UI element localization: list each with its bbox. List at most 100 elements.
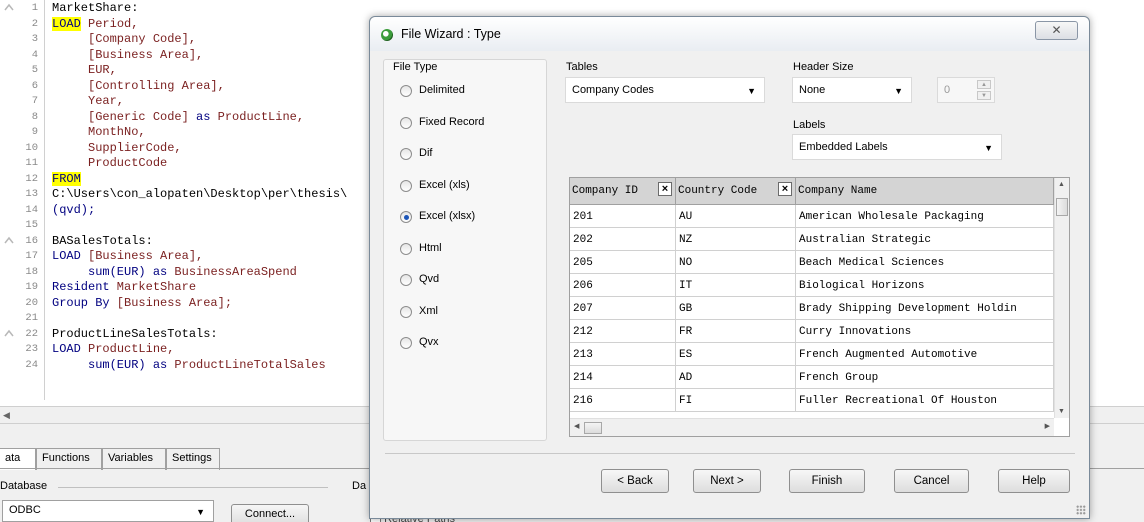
line-number: 12: [25, 172, 38, 185]
column-header-company-id[interactable]: Company ID ×: [570, 178, 676, 205]
line-number: 14: [25, 203, 38, 216]
scroll-up-icon[interactable]: ▲: [1058, 181, 1065, 188]
remove-column-icon[interactable]: ×: [658, 182, 672, 196]
table-row[interactable]: 205 NO Beach Medical Sciences: [570, 251, 1054, 274]
table-row[interactable]: 207 GB Brady Shipping Development Holdin: [570, 297, 1054, 320]
line-number: 7: [31, 95, 38, 107]
code-text: ProductLineSalesTotals:: [52, 327, 218, 343]
resize-grip-icon[interactable]: [1076, 505, 1086, 515]
table-cell: 201: [570, 205, 676, 228]
fold-marker-icon[interactable]: [3, 234, 15, 246]
table-cell: FR: [676, 320, 796, 343]
code-token: [Controlling Area],: [52, 78, 225, 93]
chevron-down-icon: ▼: [747, 86, 756, 96]
title-bar[interactable]: File Wizard : Type ✕: [370, 17, 1089, 51]
table-cell: Beach Medical Sciences: [796, 251, 1054, 274]
spinner-up-icon[interactable]: ▲: [977, 80, 991, 89]
table-row[interactable]: 213 ES French Augmented Automotive: [570, 343, 1054, 366]
line-number: 23: [25, 343, 38, 355]
code-token: [Business Area],: [80, 249, 204, 263]
code-token: Year,: [52, 94, 125, 108]
connect-button[interactable]: Connect...: [231, 504, 309, 522]
line-number: 16: [25, 234, 38, 247]
radio-label: Dif: [419, 147, 433, 159]
table-row[interactable]: 201 AU American Wholesale Packaging: [570, 205, 1054, 228]
table-cell: AU: [676, 205, 796, 228]
scroll-thumb[interactable]: [1056, 198, 1068, 216]
scroll-thumb[interactable]: [584, 422, 602, 434]
table-cell: American Wholesale Packaging: [796, 205, 1054, 228]
back-button[interactable]: < Back: [601, 469, 669, 493]
table-row[interactable]: 202 NZ Australian Strategic: [570, 228, 1054, 251]
code-token: LOAD: [52, 249, 81, 263]
chevron-down-icon: ▼: [984, 143, 993, 153]
column-header-label: Company ID: [572, 185, 639, 197]
radio-icon: [400, 116, 412, 129]
help-button[interactable]: Help: [998, 469, 1070, 493]
radio-label: Excel (xlsx): [419, 210, 476, 222]
line-number: 22: [25, 327, 38, 340]
database-select[interactable]: ODBC ▼: [2, 500, 214, 522]
column-header-label: Country Code: [678, 185, 758, 197]
finish-button[interactable]: Finish: [789, 469, 865, 493]
table-cell: 214: [570, 366, 676, 389]
data-preview-grid[interactable]: Company ID × Country Code × Company Name…: [569, 177, 1070, 437]
tab-variables[interactable]: Variables: [102, 448, 166, 470]
table-row[interactable]: 206 IT Biological Horizons: [570, 274, 1054, 297]
code-token: as: [152, 357, 168, 372]
table-row[interactable]: 216 FI Fuller Recreational Of Houston: [570, 389, 1054, 412]
next-button[interactable]: Next >: [693, 469, 761, 493]
table-cell: GB: [676, 297, 796, 320]
column-header-country-code[interactable]: Country Code ×: [676, 178, 796, 205]
scroll-down-icon[interactable]: ▼: [1058, 408, 1065, 415]
app-icon: [381, 29, 393, 41]
table-cell: French Augmented Automotive: [796, 343, 1054, 366]
radio-icon: [400, 305, 412, 318]
code-text: C:\Users\con_alopaten\Desktop\per\thesis…: [52, 187, 347, 203]
header-size-select[interactable]: None ▼: [792, 77, 912, 103]
table-cell: 213: [570, 343, 676, 366]
code-token: ProductLineSalesTotals:: [52, 326, 218, 341]
tab-data[interactable]: ata: [0, 448, 36, 470]
cancel-button[interactable]: Cancel: [894, 469, 969, 493]
fold-marker-icon[interactable]: [3, 1, 15, 13]
scroll-right-icon[interactable]: ▶: [1045, 422, 1050, 430]
table-cell: NZ: [676, 228, 796, 251]
radio-icon: [400, 211, 412, 223]
code-line[interactable]: 1 MarketShare:: [0, 1, 600, 17]
tables-select[interactable]: Company Codes ▼: [565, 77, 765, 103]
remove-column-icon[interactable]: ×: [778, 182, 792, 196]
spinner-down-icon[interactable]: ▼: [977, 91, 991, 100]
line-number: 13: [25, 188, 38, 200]
tab-functions[interactable]: Functions: [36, 448, 102, 470]
line-number: 21: [25, 312, 38, 324]
code-text: FROM: [52, 171, 81, 188]
fold-marker-icon[interactable]: [3, 327, 15, 339]
scroll-left-icon[interactable]: ◀: [3, 410, 10, 421]
close-button[interactable]: ✕: [1035, 21, 1078, 40]
labels-select-value: Embedded Labels: [799, 141, 888, 153]
code-token: MonthNo,: [52, 125, 146, 139]
table-cell: NO: [676, 251, 796, 274]
file-wizard-dialog: File Wizard : Type ✕ File Type Delimited…: [369, 16, 1090, 519]
line-number: 5: [31, 64, 38, 76]
code-text: [Company Code],: [52, 32, 196, 48]
tab-settings[interactable]: Settings: [166, 448, 220, 470]
table-row[interactable]: 212 FR Curry Innovations: [570, 320, 1054, 343]
column-header-company-name[interactable]: Company Name: [796, 178, 1054, 205]
table-row[interactable]: 214 AD French Group: [570, 366, 1054, 389]
grid-horizontal-scrollbar[interactable]: ◀ ▶: [570, 418, 1054, 436]
radio-label: Xml: [419, 304, 438, 317]
labels-select[interactable]: Embedded Labels ▼: [792, 134, 1002, 160]
code-text: [Business Area],: [52, 48, 203, 64]
header-size-spinner[interactable]: 0 ▲ ▼: [937, 77, 995, 103]
line-number: 15: [25, 219, 38, 231]
table-cell: 202: [570, 228, 676, 251]
scroll-left-icon[interactable]: ◀: [574, 422, 579, 430]
radio-icon: [400, 148, 412, 160]
grid-vertical-scrollbar[interactable]: ▲ ▼: [1054, 178, 1069, 418]
radio-label: Excel (xls): [419, 178, 470, 191]
data-group-label: Da: [352, 480, 367, 492]
line-number: 20: [25, 296, 38, 309]
header-size-spinner-value: 0: [944, 84, 951, 96]
